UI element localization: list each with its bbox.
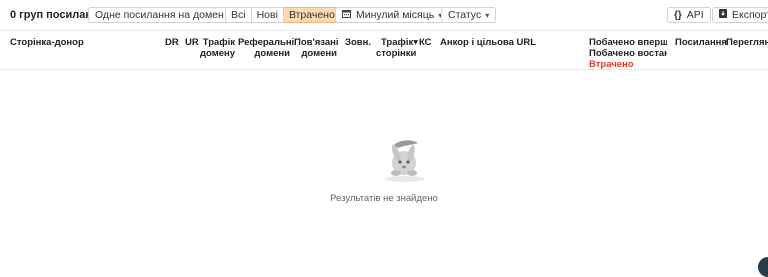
per-domain-select[interactable]: Одне посилання на домен ▾ (88, 7, 239, 23)
column-dr[interactable]: DR (165, 37, 179, 48)
sort-desc-icon: ▾ (413, 37, 418, 48)
column-domain-traffic[interactable]: Трафік домену (200, 37, 235, 59)
per-domain-select-label: Одне посилання на домен (95, 9, 224, 21)
segment-new[interactable]: Нові (251, 7, 284, 23)
link-groups-count: 0 груп посилань (10, 9, 99, 21)
column-page-traffic-line1: Трафік (380, 37, 414, 48)
column-first-seen: Побачено вперше (589, 37, 667, 48)
braces-icon: {} (674, 9, 682, 21)
api-button-label: API (686, 9, 704, 21)
column-last-seen: Побачено востаннє (589, 48, 667, 59)
export-button[interactable]: Експорт (712, 7, 768, 23)
column-similar[interactable]: Перегляну (726, 37, 768, 48)
period-select-label: Минулий місяць (356, 9, 435, 21)
column-page-traffic[interactable]: Трафік▾ сторінки (376, 37, 418, 59)
header-divider (0, 69, 768, 70)
table-header: Сторінка-донор DR UR Трафік домену Рефер… (0, 31, 768, 70)
column-referring-page[interactable]: Сторінка-донор (10, 37, 84, 48)
column-linked-domains[interactable]: Пов'язані домени (294, 37, 339, 59)
column-domain-traffic-line1: Трафік (202, 37, 235, 48)
status-select-label: Статус (448, 9, 482, 21)
column-linked-domains-line1: Пов'язані (294, 37, 339, 48)
chevron-down-icon: ▾ (485, 10, 490, 20)
column-referring-domains-line2: домени (254, 48, 290, 59)
status-select[interactable]: Статус ▾ (441, 7, 497, 23)
column-page-traffic-line2: сторінки (376, 48, 417, 59)
api-button[interactable]: {} API (667, 7, 711, 23)
no-results-message: Результатів не знайдено (330, 193, 438, 204)
segment-all[interactable]: Всі (225, 7, 252, 23)
column-ur[interactable]: UR (185, 37, 199, 48)
period-select[interactable]: Минулий місяць ▾ (335, 7, 450, 23)
confused-rabbit-icon (380, 133, 430, 183)
empty-state: Результатів не знайдено (0, 130, 768, 210)
column-external[interactable]: Зовн. (345, 37, 371, 48)
calendar-icon (342, 9, 351, 21)
segment-lost[interactable]: Втрачено (283, 7, 341, 23)
link-type-segmented-control: Всі Нові Втрачено (225, 7, 341, 23)
toolbar: 0 груп посилань Одне посилання на домен … (0, 0, 768, 30)
column-referring-domains-line1: Реферальні (238, 37, 295, 48)
column-seen[interactable]: Побачено вперше Побачено востаннє Втраче… (589, 37, 667, 70)
column-kw[interactable]: КС (419, 37, 432, 48)
help-chat-button[interactable] (758, 257, 768, 277)
export-button-label: Експорт (732, 9, 768, 21)
export-icon (719, 9, 727, 21)
column-anchor-target[interactable]: Анкор і цільова URL (440, 37, 536, 48)
column-links[interactable]: Посилання (675, 37, 727, 48)
column-domain-traffic-line2: домену (200, 48, 236, 59)
column-linked-domains-line2: домени (301, 48, 337, 59)
column-referring-domains[interactable]: Реферальні домени (238, 37, 295, 59)
